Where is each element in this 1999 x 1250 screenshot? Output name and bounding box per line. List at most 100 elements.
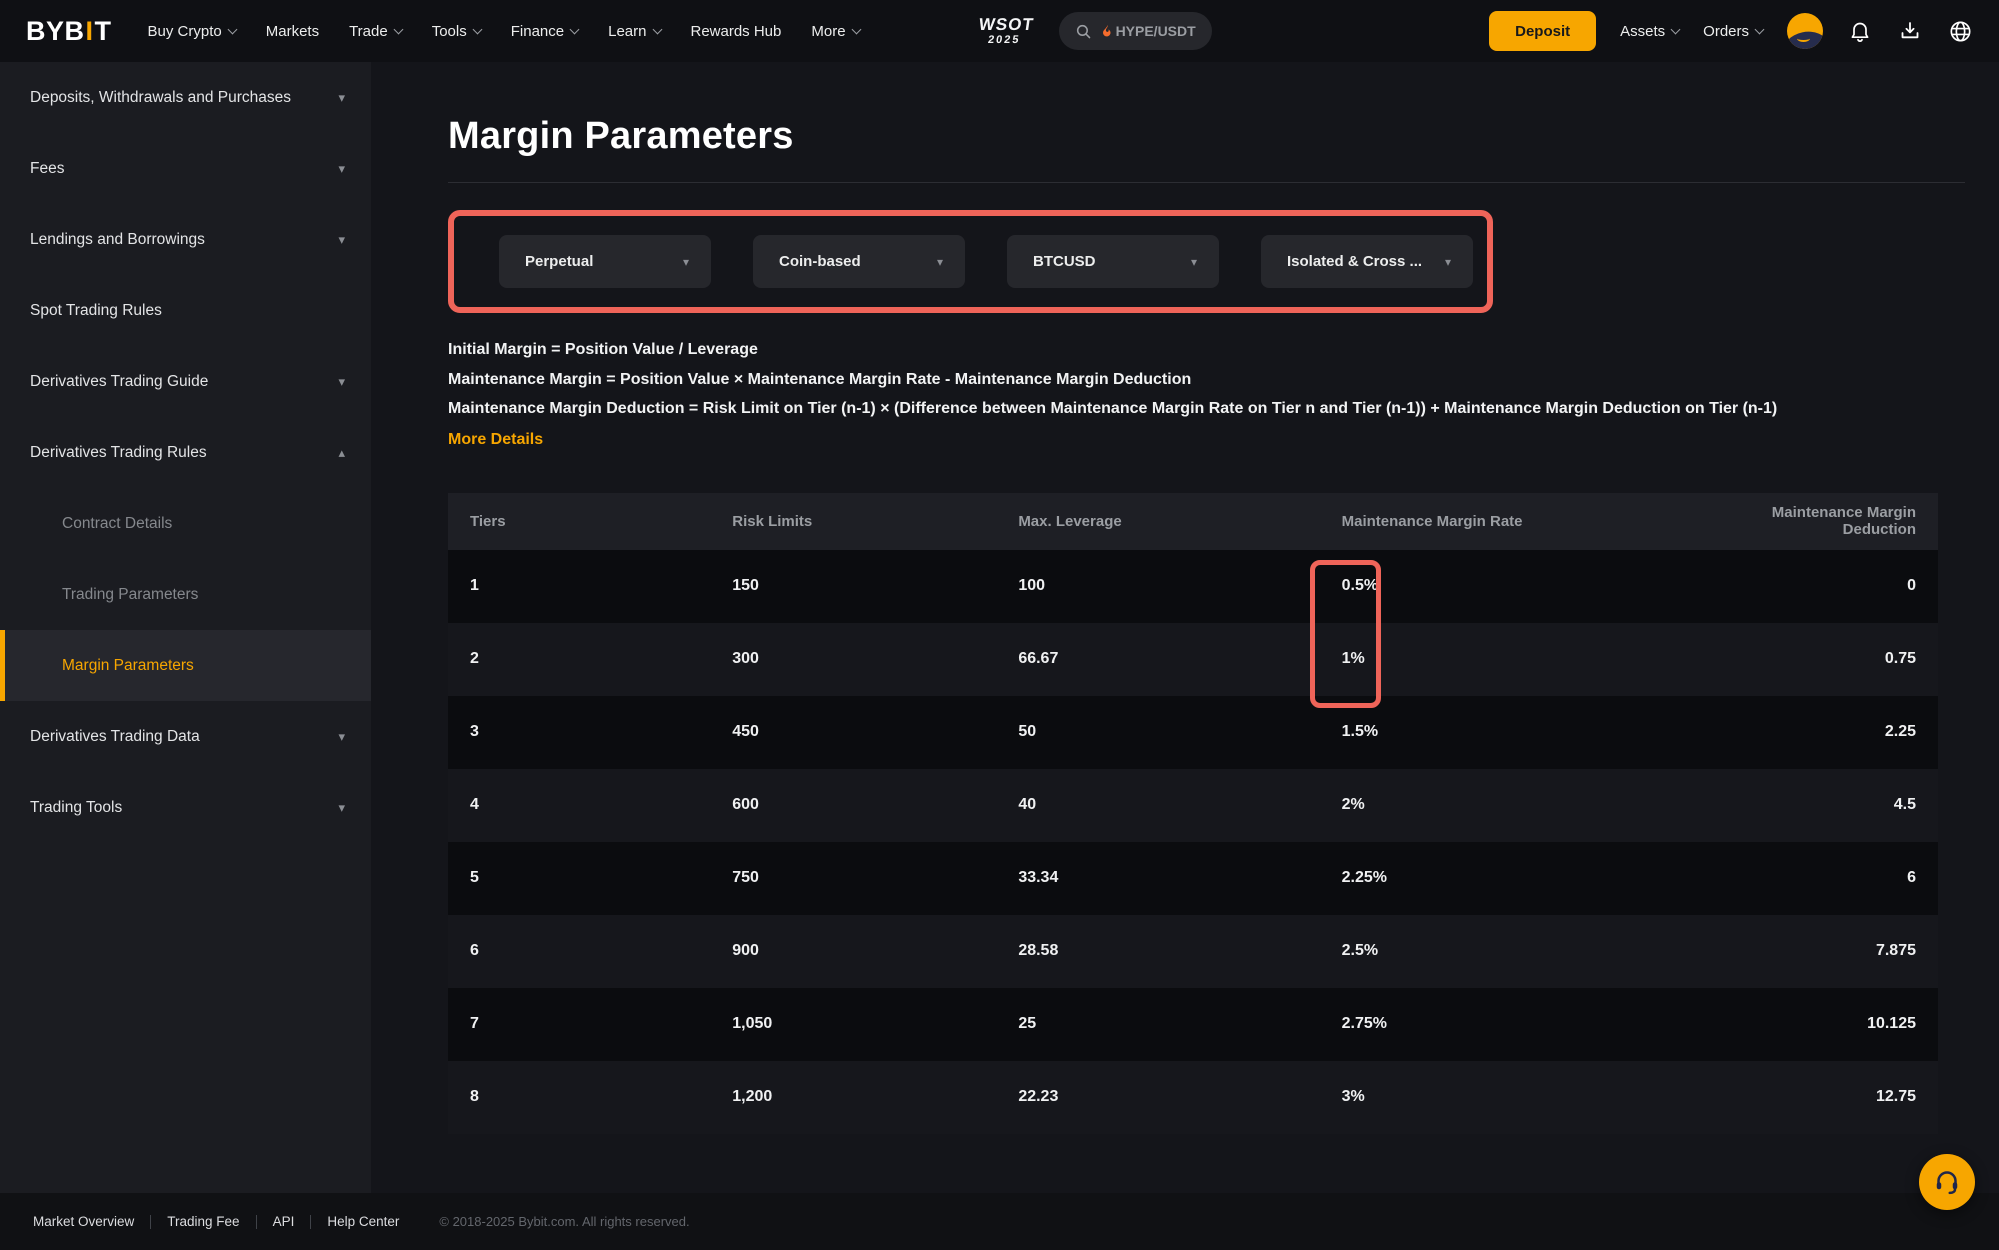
column-header-mm-rate: Maintenance Margin Rate — [1320, 513, 1700, 530]
chevron-down-icon: ▾ — [1445, 255, 1451, 269]
cell-mm-deduction: 2.25 — [1700, 723, 1938, 741]
cell-mm-deduction: 4.5 — [1700, 796, 1938, 814]
sidebar-item-label: Lendings and Borrowings — [30, 231, 205, 249]
chevron-down-icon: ▾ — [937, 255, 943, 269]
sidebar-item-lendings-borrowings[interactable]: Lendings and Borrowings ▾ — [0, 204, 371, 275]
cell-mm-rate: 2.5% — [1320, 942, 1700, 960]
sidebar-item-deposits-withdrawals[interactable]: Deposits, Withdrawals and Purchases ▾ — [0, 62, 371, 133]
footer-link-api[interactable]: API — [273, 1214, 295, 1229]
cell-risk-limit: 600 — [710, 796, 996, 814]
table-row: 5 750 33.34 2.25% 6 — [448, 842, 1938, 915]
sidebar-item-trading-tools[interactable]: Trading Tools ▾ — [0, 772, 371, 843]
sidebar-item-derivatives-trading-rules[interactable]: Derivatives Trading Rules ▴ — [0, 417, 371, 488]
wsot-line1: WSOT — [977, 16, 1034, 33]
avatar-smile — [1797, 35, 1810, 42]
cell-risk-limit: 300 — [710, 650, 996, 668]
notifications-button[interactable] — [1847, 18, 1873, 44]
nav-item-label: Markets — [266, 23, 319, 40]
formula-initial-margin: Initial Margin = Position Value / Levera… — [448, 335, 1965, 365]
orders-menu[interactable]: Orders — [1703, 23, 1763, 40]
chevron-down-icon: ▾ — [683, 255, 689, 269]
cell-mm-rate: 2% — [1320, 796, 1700, 814]
footer-link-market-overview[interactable]: Market Overview — [33, 1214, 134, 1229]
bybit-logo[interactable]: BYBIT — [26, 16, 112, 47]
sidebar-item-fees[interactable]: Fees ▾ — [0, 133, 371, 204]
column-header-max-leverage: Max. Leverage — [996, 513, 1319, 530]
sidebar-item-derivatives-trading-guide[interactable]: Derivatives Trading Guide ▾ — [0, 346, 371, 417]
cell-max-leverage: 66.67 — [996, 650, 1319, 668]
page-footer: Market Overview Trading Fee API Help Cen… — [0, 1193, 1999, 1250]
symbol-select[interactable]: BTCUSD ▾ — [1007, 235, 1219, 288]
cell-mm-rate: 0.5% — [1320, 577, 1700, 595]
wsot-2025-logo[interactable]: WSOT 2025 — [975, 16, 1034, 46]
title-divider — [448, 182, 1965, 183]
nav-item-trade[interactable]: Trade — [349, 23, 402, 40]
user-avatar[interactable] — [1787, 13, 1823, 49]
sidebar-item-label: Margin Parameters — [62, 657, 194, 675]
logo-accent: I — [86, 16, 94, 47]
cell-mm-rate: 1% — [1320, 650, 1700, 668]
select-value: Perpetual — [525, 253, 593, 270]
footer-link-trading-fee[interactable]: Trading Fee — [167, 1214, 239, 1229]
support-chat-button[interactable] — [1919, 1154, 1975, 1210]
margin-type-select[interactable]: Coin-based ▾ — [753, 235, 965, 288]
cell-max-leverage: 50 — [996, 723, 1319, 741]
cell-risk-limit: 1,200 — [710, 1088, 996, 1106]
nav-item-learn[interactable]: Learn — [608, 23, 660, 40]
table-row: 6 900 28.58 2.5% 7.875 — [448, 915, 1938, 988]
chevron-down-icon: ▾ — [338, 232, 345, 248]
nav-item-label: Tools — [432, 23, 467, 40]
page-title: Margin Parameters — [448, 115, 1965, 158]
chevron-down-icon — [472, 24, 482, 34]
cell-mm-rate: 2.25% — [1320, 869, 1700, 887]
nav-item-more[interactable]: More — [811, 23, 859, 40]
sidebar-item-trading-parameters[interactable]: Trading Parameters — [0, 559, 371, 630]
nav-item-markets[interactable]: Markets — [266, 23, 319, 40]
margin-mode-select[interactable]: Isolated & Cross ... ▾ — [1261, 235, 1473, 288]
cell-tier: 5 — [448, 869, 710, 887]
footer-link-help-center[interactable]: Help Center — [327, 1214, 399, 1229]
sidebar-item-margin-parameters[interactable]: Margin Parameters — [0, 630, 371, 701]
download-app-button[interactable] — [1897, 18, 1923, 44]
nav-item-label: Buy Crypto — [148, 23, 222, 40]
search-input[interactable]: HYPE/USDT — [1059, 12, 1212, 50]
chevron-down-icon: ▾ — [338, 800, 345, 816]
chevron-down-icon — [1671, 24, 1681, 34]
sidebar-item-derivatives-trading-data[interactable]: Derivatives Trading Data ▾ — [0, 701, 371, 772]
table-row: 4 600 40 2% 4.5 — [448, 769, 1938, 842]
cell-mm-deduction: 10.125 — [1700, 1015, 1938, 1033]
sidebar-item-contract-details[interactable]: Contract Details — [0, 488, 371, 559]
nav-item-rewards-hub[interactable]: Rewards Hub — [691, 23, 782, 40]
flame-icon — [1100, 23, 1114, 39]
more-details-link[interactable]: More Details — [448, 431, 543, 449]
logo-text-2: T — [95, 16, 112, 47]
cell-max-leverage: 25 — [996, 1015, 1319, 1033]
chevron-down-icon: ▾ — [1191, 255, 1197, 269]
nav-item-tools[interactable]: Tools — [432, 23, 481, 40]
filters-annotation-box: Perpetual ▾ Coin-based ▾ BTCUSD ▾ Isolat… — [448, 210, 1493, 313]
select-value: BTCUSD — [1033, 253, 1096, 270]
nav-item-finance[interactable]: Finance — [511, 23, 578, 40]
cell-max-leverage: 100 — [996, 577, 1319, 595]
contract-type-select[interactable]: Perpetual ▾ — [499, 235, 711, 288]
cell-tier: 1 — [448, 577, 710, 595]
language-button[interactable] — [1947, 18, 1973, 44]
nav-item-buy-crypto[interactable]: Buy Crypto — [148, 23, 236, 40]
footer-divider — [150, 1215, 151, 1229]
headset-icon — [1932, 1167, 1962, 1197]
nav-item-label: More — [811, 23, 845, 40]
table-row: 2 300 66.67 1% 0.75 — [448, 623, 1938, 696]
cell-mm-deduction: 7.875 — [1700, 942, 1938, 960]
assets-menu[interactable]: Assets — [1620, 23, 1679, 40]
cell-mm-deduction: 12.75 — [1700, 1088, 1938, 1106]
sidebar-item-label: Derivatives Trading Data — [30, 728, 200, 746]
cell-tier: 2 — [448, 650, 710, 668]
sidebar-item-label: Trading Tools — [30, 799, 122, 817]
search-icon — [1075, 23, 1092, 40]
sidebar-item-spot-trading-rules[interactable]: Spot Trading Rules — [0, 275, 371, 346]
deposit-button[interactable]: Deposit — [1489, 11, 1596, 51]
chevron-down-icon — [570, 24, 580, 34]
cell-tier: 6 — [448, 942, 710, 960]
sidebar-item-label: Derivatives Trading Rules — [30, 444, 207, 462]
select-value: Coin-based — [779, 253, 861, 270]
